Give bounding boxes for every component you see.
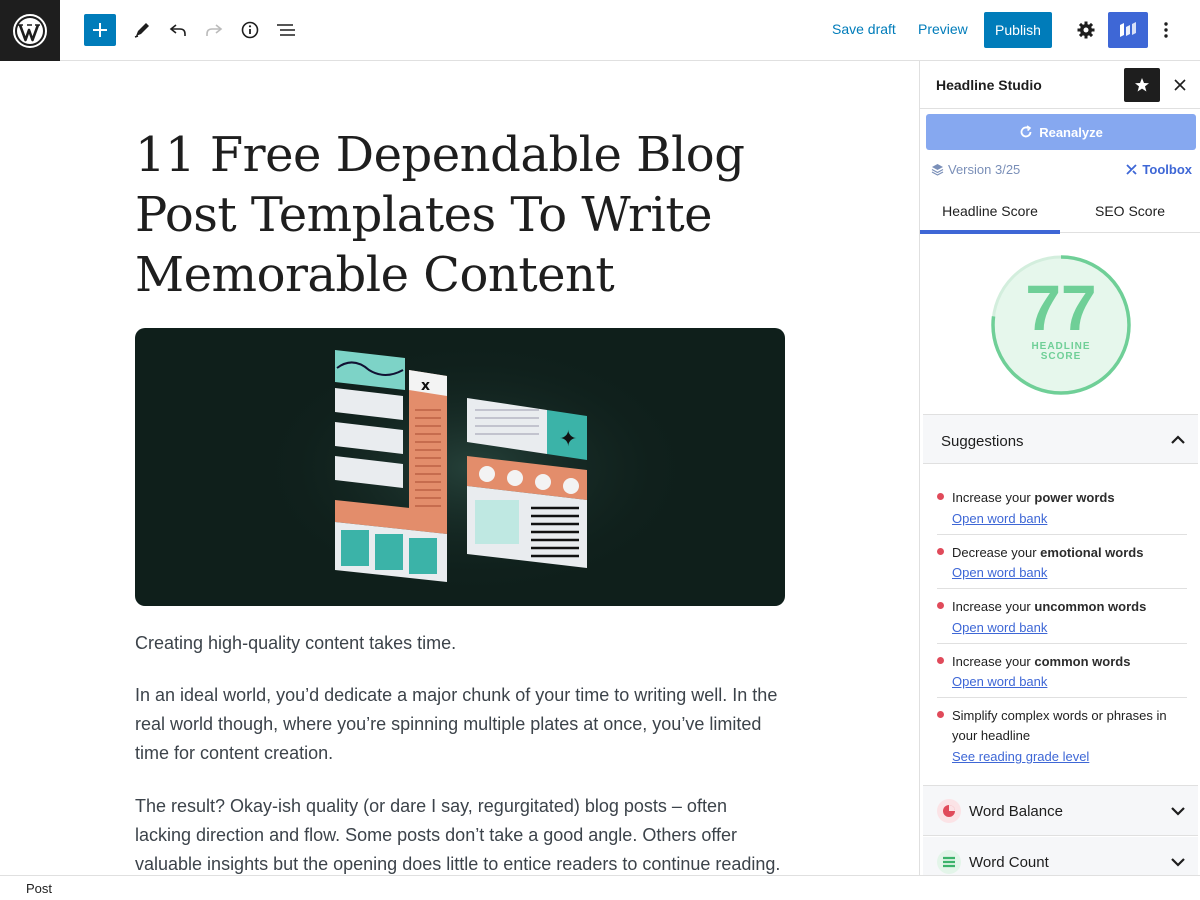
word-count-title: Word Count [969,854,1049,871]
warning-dot-icon [937,548,944,555]
wordpress-logo-icon[interactable] [0,0,60,61]
suggestion-text: Simplify complex words or phrases in you… [952,708,1167,743]
tools-icon [1126,164,1138,175]
warning-dot-icon [937,602,944,609]
list-view-icon [277,24,295,36]
sidebar-title: Headline Studio [936,77,1042,93]
svg-text:x: x [421,378,430,394]
toolbox-link[interactable]: Toolbox [1125,162,1192,177]
open-word-bank-link[interactable]: Open word bank [952,565,1047,581]
tab-seo-score[interactable]: SEO Score [1060,189,1200,233]
editor-canvas: 11 Free Dependable Blog Post Templates T… [0,61,919,875]
divider [937,534,1187,535]
settings-button[interactable] [1070,14,1102,46]
undo-icon [169,24,186,36]
details-button[interactable] [234,14,266,46]
tab-headline-score[interactable]: Headline Score [920,189,1060,234]
close-sidebar-button[interactable] [1170,75,1190,95]
featured-image[interactable]: x ✦ [135,328,785,606]
word-balance-panel[interactable]: Word Balance [923,786,1198,836]
star-icon [1135,78,1149,92]
version-label: Version 3/25 [948,162,1021,177]
word-count-panel[interactable]: Word Count [923,837,1198,875]
suggestion-text: Increase your common words [952,654,1131,669]
chevron-down-icon [1171,858,1185,867]
warning-dot-icon [937,493,944,500]
paragraph-2[interactable]: In an ideal world, you’d dedicate a majo… [135,681,785,768]
save-draft-button[interactable]: Save draft [832,21,896,37]
suggestion-text: Increase your power words [952,490,1115,505]
layers-icon [931,164,944,176]
suggestions-list: Increase your power words Open word bank… [923,464,1198,786]
refresh-icon [1020,125,1032,138]
pie-chart-icon [937,799,961,823]
publish-button[interactable]: Publish [984,12,1052,48]
editor-footer: Post [0,875,1200,900]
word-balance-title: Word Balance [969,803,1063,820]
score-label-line2: SCORE [1040,351,1082,362]
vertical-ellipsis-icon [1164,22,1168,38]
score-label: HEADLINE SCORE [990,342,1132,362]
top-toolbar: Save draft Preview Publish [0,0,1200,61]
tools-button[interactable] [126,14,158,46]
open-word-bank-link[interactable]: Open word bank [952,620,1047,636]
suggestion-text: Decrease your emotional words [952,545,1144,560]
reanalyze-button[interactable]: Reanalyze [926,114,1196,150]
post-title[interactable]: 11 Free Dependable Blog Post Templates T… [135,125,785,305]
suggestions-header[interactable]: Suggestions [923,414,1198,464]
score-tabs: Headline Score SEO Score [920,189,1200,234]
pin-sidebar-button[interactable] [1124,68,1160,102]
paragraph-1[interactable]: Creating high-quality content takes time… [135,629,785,658]
divider [937,588,1187,589]
word-count-icon [937,850,961,874]
redo-icon [206,24,223,36]
suggestions-title: Suggestions [941,433,1024,450]
preview-button[interactable]: Preview [918,21,968,37]
score-value: 77 [1025,272,1097,344]
blog-templates-illustration: x ✦ [255,338,695,598]
headline-studio-sidebar: Headline Studio Reanalyze Version 3/25 T… [919,61,1200,875]
paragraph-3[interactable]: The result? Okay-ish quality (or dare I … [135,792,785,875]
info-icon [241,21,259,39]
open-word-bank-link[interactable]: Open word bank [952,511,1047,527]
add-block-button[interactable] [84,14,116,46]
warning-dot-icon [937,711,944,718]
toolbox-label: Toolbox [1142,162,1192,177]
list-view-button[interactable] [270,14,302,46]
divider [937,643,1187,644]
plus-icon [93,23,107,37]
svg-text:✦: ✦ [559,427,577,452]
undo-button[interactable] [162,14,194,46]
warning-dot-icon [937,657,944,664]
divider [937,697,1187,698]
close-icon [1174,79,1186,91]
pencil-icon [134,23,149,38]
headline-studio-button[interactable] [1108,12,1148,48]
more-options-button[interactable] [1150,14,1182,46]
chevron-up-icon [1171,435,1185,444]
headline-score-gauge: 77 HEADLINE SCORE [990,254,1132,396]
chevron-down-icon [1171,807,1185,816]
reading-grade-level-link[interactable]: See reading grade level [952,749,1089,765]
breadcrumb-post[interactable]: Post [26,881,52,896]
redo-button[interactable] [198,14,230,46]
sidebar-header: Headline Studio [920,61,1200,109]
open-word-bank-link[interactable]: Open word bank [952,674,1047,690]
gear-icon [1077,21,1095,39]
headline-studio-icon [1120,22,1136,37]
version-selector[interactable]: Version 3/25 [931,162,1020,177]
suggestion-text: Increase your uncommon words [952,599,1147,614]
reanalyze-label: Reanalyze [1039,124,1103,140]
